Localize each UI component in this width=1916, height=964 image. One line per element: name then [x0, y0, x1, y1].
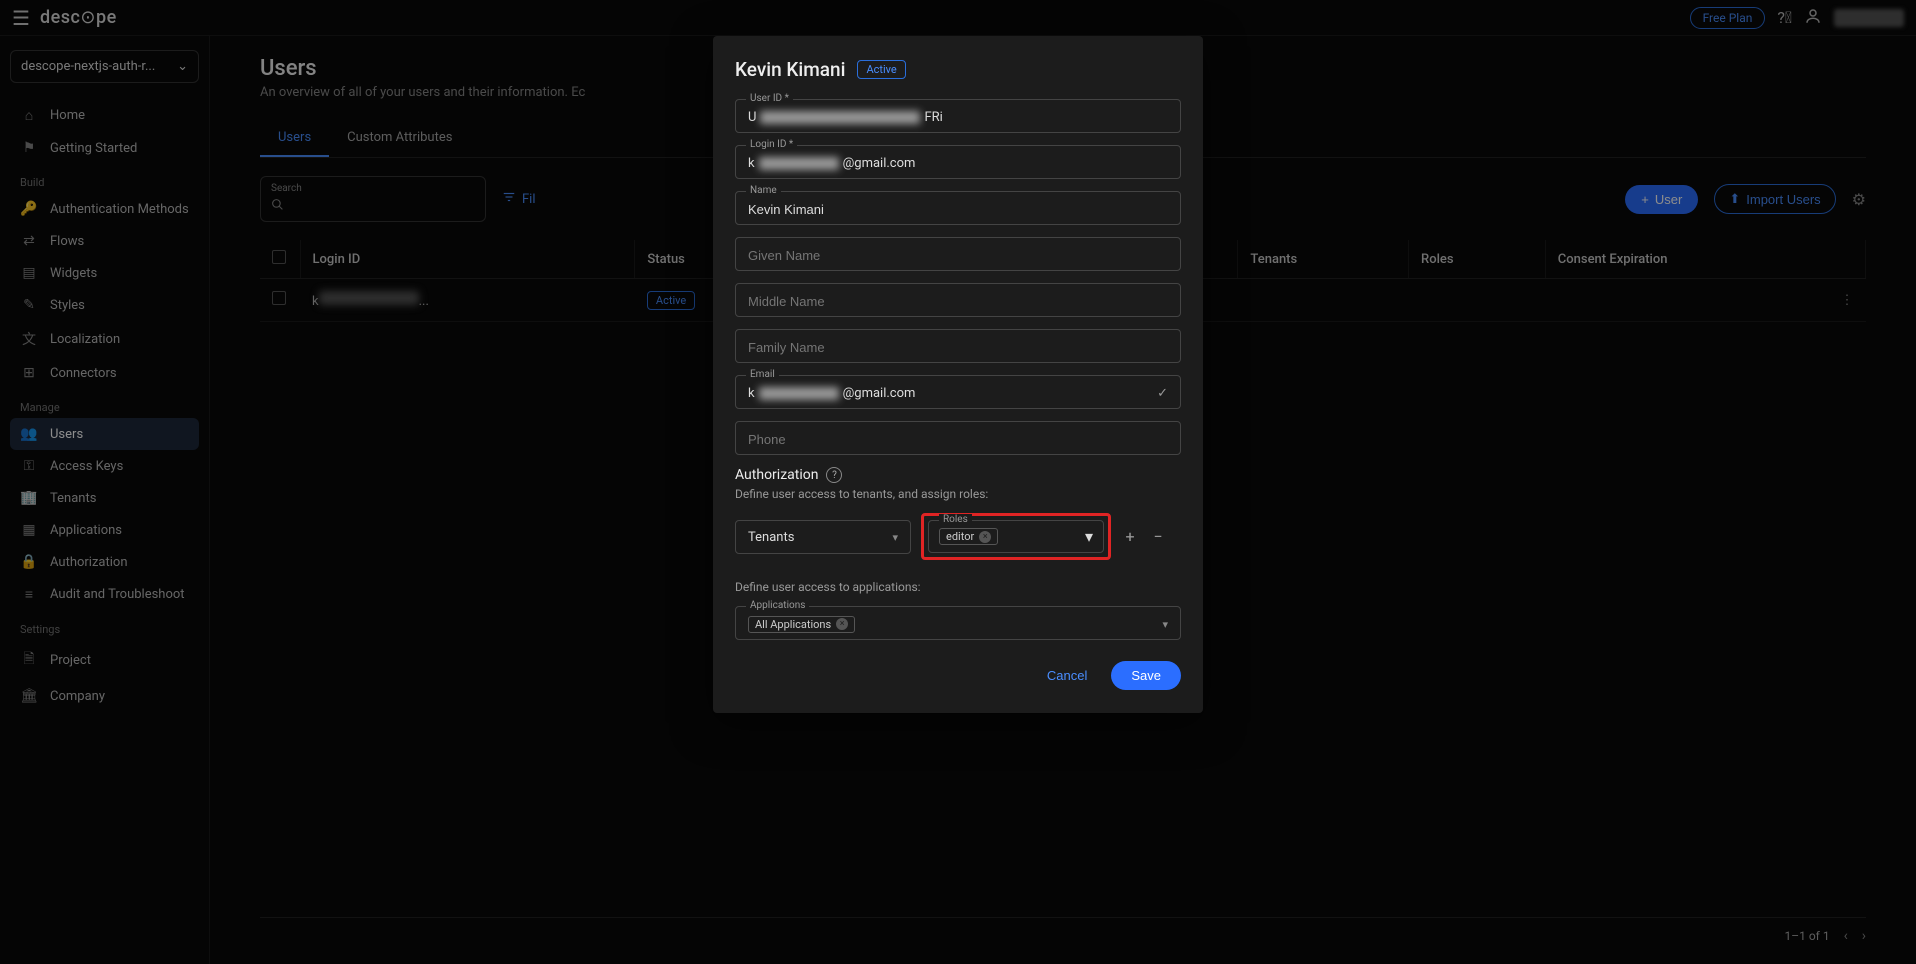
user-id-label: User ID *	[746, 93, 793, 104]
user-id-obscured	[760, 111, 920, 124]
modal-status-badge: Active	[857, 60, 905, 79]
save-button[interactable]: Save	[1111, 661, 1181, 690]
email-suffix: @gmail.com	[843, 386, 916, 401]
applications-subtitle: Define user access to applications:	[735, 580, 1181, 594]
middle-name-input[interactable]	[748, 294, 1168, 309]
name-field[interactable]: Name	[735, 191, 1181, 225]
edit-user-modal: Kevin Kimani Active User ID * U FRi Logi…	[713, 36, 1203, 713]
email-obscured	[759, 387, 839, 400]
chevron-down-icon: ▾	[1162, 618, 1168, 631]
email-field[interactable]: Email k @gmail.com ✓	[735, 375, 1181, 409]
chevron-down-icon: ▾	[1085, 527, 1093, 546]
middle-name-field[interactable]	[735, 283, 1181, 317]
given-name-field[interactable]	[735, 237, 1181, 271]
tenants-label: Tenants	[748, 530, 794, 545]
verified-check-icon: ✓	[1157, 386, 1168, 401]
roles-highlight: Roles editor × ▾	[921, 513, 1111, 560]
phone-input[interactable]	[748, 432, 1168, 447]
applications-label: Applications	[746, 600, 809, 611]
remove-chip-icon[interactable]: ×	[836, 618, 848, 630]
login-id-label: Login ID *	[746, 139, 797, 150]
email-label: Email	[746, 369, 779, 380]
user-id-prefix: U	[748, 110, 756, 125]
name-input[interactable]	[748, 202, 1168, 217]
given-name-input[interactable]	[748, 248, 1168, 263]
login-id-obscured	[759, 157, 839, 170]
remove-row-icon[interactable]: −	[1149, 527, 1167, 546]
login-id-suffix: @gmail.com	[843, 156, 916, 171]
roles-select[interactable]: Roles editor × ▾	[928, 520, 1104, 553]
user-id-suffix: FRi	[924, 110, 942, 125]
modal-backdrop[interactable]: Kevin Kimani Active User ID * U FRi Logi…	[0, 0, 1916, 964]
tenants-select[interactable]: Tenants ▾	[735, 520, 911, 554]
roles-label: Roles	[939, 514, 972, 525]
remove-chip-icon[interactable]: ×	[979, 531, 991, 543]
app-chip-label: All Applications	[755, 618, 831, 631]
family-name-input[interactable]	[748, 340, 1168, 355]
chevron-down-icon: ▾	[892, 531, 898, 544]
modal-title: Kevin Kimani	[735, 58, 845, 81]
add-row-icon[interactable]: +	[1121, 527, 1139, 546]
role-chip-editor: editor ×	[939, 528, 998, 545]
applications-select[interactable]: Applications All Applications × ▾	[735, 606, 1181, 640]
role-chip-label: editor	[946, 530, 974, 543]
cancel-button[interactable]: Cancel	[1035, 660, 1099, 691]
name-label: Name	[746, 185, 781, 196]
user-id-field[interactable]: User ID * U FRi	[735, 99, 1181, 133]
login-id-field[interactable]: Login ID * k @gmail.com	[735, 145, 1181, 179]
family-name-field[interactable]	[735, 329, 1181, 363]
authorization-heading: Authorization ?	[735, 467, 1181, 483]
authorization-subtitle: Define user access to tenants, and assig…	[735, 487, 1181, 501]
authorization-help-icon[interactable]: ?	[826, 467, 842, 483]
phone-field[interactable]	[735, 421, 1181, 455]
app-chip-all: All Applications ×	[748, 616, 855, 633]
